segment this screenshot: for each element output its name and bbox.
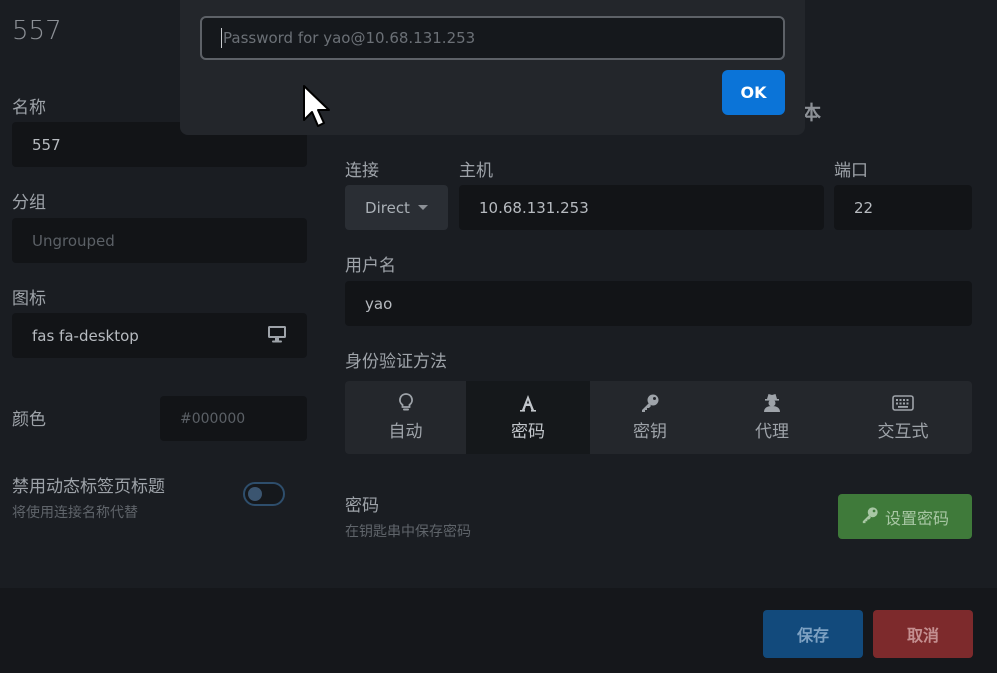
save-button[interactable]: 保存 [763, 610, 863, 658]
host-input[interactable]: 10.68.131.253 [459, 185, 824, 230]
auth-method-label-auto: 自动 [388, 422, 423, 442]
connection-title: 557 [12, 16, 62, 46]
auth-method-agent[interactable]: 代理 [710, 381, 834, 454]
group-label: 分组 [12, 193, 46, 213]
icon-input[interactable]: fas fa-desktop [12, 313, 307, 358]
desktop-icon [267, 325, 287, 347]
group-input[interactable]: Ungrouped [12, 218, 307, 263]
port-label: 端口 [834, 161, 868, 181]
key-icon [640, 393, 660, 413]
username-input[interactable]: yao [345, 281, 972, 326]
key-icon [861, 506, 879, 528]
mouse-pointer-icon [302, 84, 332, 134]
auth-method-auto[interactable]: 自动 [345, 381, 466, 454]
icon-input-value: fas fa-desktop [32, 326, 139, 345]
text-cursor [221, 28, 222, 48]
font-a-icon [520, 393, 536, 413]
auth-method-key[interactable]: 密钥 [590, 381, 710, 454]
connection-type-dropdown[interactable]: Direct [345, 185, 448, 230]
password-prompt-input[interactable]: Password for yao@10.68.131.253 [200, 16, 785, 60]
disable-dynamic-title-label: 禁用动态标签页标题 [12, 477, 165, 497]
host-label: 主机 [459, 161, 493, 181]
auth-method-label-password: 密码 [511, 422, 545, 442]
caret-down-icon [417, 205, 428, 210]
disable-dynamic-title-sub: 将使用连接名称代替 [12, 505, 138, 521]
auth-method-label-agent: 代理 [755, 422, 789, 442]
color-label: 颜色 [12, 410, 46, 430]
cancel-button[interactable]: 取消 [873, 610, 973, 658]
keyboard-icon [892, 393, 914, 413]
auth-method-label: 身份验证方法 [345, 352, 447, 372]
auth-method-label-interactive: 交互式 [877, 422, 929, 442]
password-sub: 在钥匙串中保存密码 [345, 524, 471, 540]
user-secret-icon [763, 393, 781, 413]
color-input[interactable]: #000000 [160, 396, 307, 441]
connection-label: 连接 [345, 161, 379, 181]
name-label: 名称 [12, 98, 46, 118]
connection-type-value: Direct [365, 198, 410, 217]
auth-method-label-key: 密钥 [633, 422, 667, 442]
ok-button[interactable]: OK [722, 70, 785, 115]
lightbulb-icon [398, 393, 413, 413]
password-prompt-placeholder: Password for yao@10.68.131.253 [223, 29, 476, 47]
set-password-button[interactable]: 设置密码 [838, 494, 972, 539]
password-prompt-modal: Password for yao@10.68.131.253 OK [180, 0, 805, 135]
auth-method-selector: 自动 密码 密钥 代理 交互式 [345, 381, 972, 454]
set-password-label: 设置密码 [884, 508, 949, 528]
auth-method-password[interactable]: 密码 [466, 381, 590, 454]
username-label: 用户名 [345, 256, 396, 276]
password-label: 密码 [345, 496, 379, 516]
disable-dynamic-title-toggle[interactable] [243, 482, 285, 506]
auth-method-interactive[interactable]: 交互式 [834, 381, 972, 454]
port-input[interactable]: 22 [834, 185, 972, 230]
icon-label: 图标 [12, 289, 46, 309]
toggle-knob [248, 487, 262, 501]
